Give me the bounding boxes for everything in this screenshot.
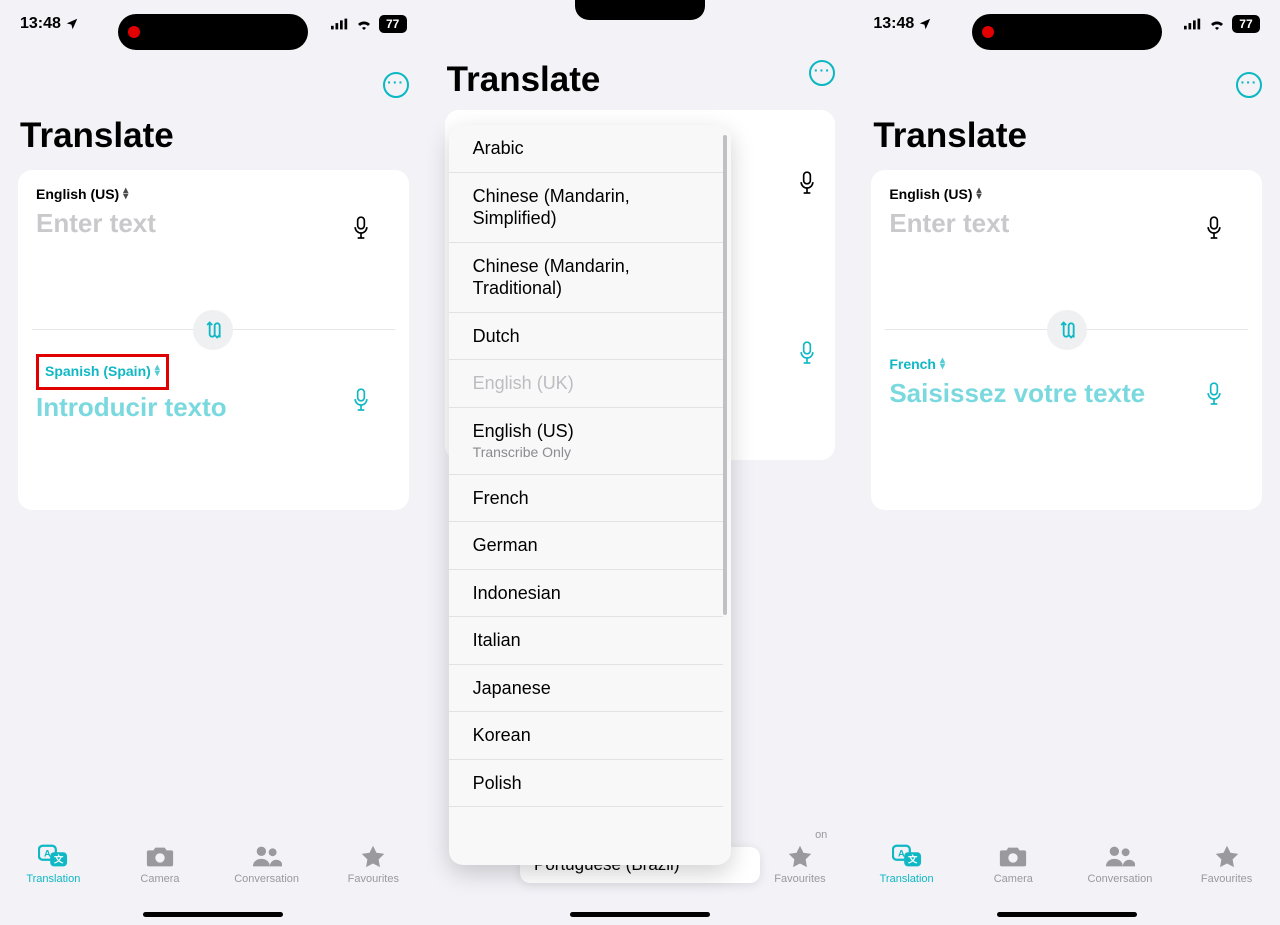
source-text-input[interactable]: Enter text bbox=[36, 208, 391, 239]
svg-text:文: 文 bbox=[907, 854, 918, 865]
source-text-input[interactable]: Enter text bbox=[889, 208, 1244, 239]
cellular-icon bbox=[1184, 18, 1202, 30]
language-option[interactable]: English (US)Transcribe Only bbox=[449, 408, 723, 475]
scrollbar-thumb[interactable] bbox=[723, 135, 727, 615]
language-option[interactable]: Arabic bbox=[449, 125, 723, 173]
dynamic-island bbox=[972, 14, 1162, 50]
mic-button-target[interactable] bbox=[797, 340, 817, 371]
mic-button-source[interactable] bbox=[349, 216, 373, 240]
language-option[interactable]: French bbox=[449, 475, 723, 523]
more-options-button[interactable]: ··· bbox=[1236, 72, 1262, 98]
source-language-selector[interactable]: English (US) ▴▾ bbox=[889, 184, 981, 204]
language-option[interactable]: Italian bbox=[449, 617, 723, 665]
chevron-updown-icon: ▴▾ bbox=[155, 365, 160, 377]
chevron-updown-icon: ▴▾ bbox=[977, 188, 982, 200]
home-indicator bbox=[143, 912, 283, 917]
wifi-icon bbox=[1208, 18, 1226, 30]
tab-label-partial: on bbox=[815, 829, 827, 841]
target-language-selector[interactable]: Spanish (Spain) ▴▾ bbox=[45, 361, 160, 381]
target-text-input[interactable]: Introducir texto bbox=[36, 392, 391, 423]
svg-text:A: A bbox=[44, 848, 51, 858]
location-icon bbox=[65, 17, 79, 31]
cellular-icon bbox=[331, 18, 349, 30]
wifi-icon bbox=[355, 18, 373, 30]
language-option[interactable]: English (UK) bbox=[449, 360, 723, 408]
tab-favourites[interactable]: Favourites bbox=[328, 843, 418, 885]
language-option[interactable]: Korean bbox=[449, 712, 723, 760]
language-list[interactable]: ArabicChinese (Mandarin, Simplified)Chin… bbox=[449, 125, 731, 865]
tab-translation[interactable]: A文 Translation bbox=[8, 843, 98, 885]
notch bbox=[575, 0, 705, 20]
mic-button-source[interactable] bbox=[1202, 216, 1226, 240]
source-language-selector[interactable]: English (US) ▴▾ bbox=[36, 184, 128, 204]
page-title: Translate bbox=[853, 116, 1280, 156]
tab-favourites[interactable]: Favourites bbox=[755, 843, 845, 885]
tab-camera[interactable]: Camera bbox=[115, 843, 205, 885]
mic-button-target[interactable] bbox=[1202, 382, 1226, 406]
target-text-input[interactable]: Saisissez votre texte bbox=[889, 378, 1244, 409]
status-time: 13:48 bbox=[873, 15, 914, 33]
svg-text:A: A bbox=[898, 848, 905, 858]
page-title: Translate bbox=[0, 116, 427, 156]
chevron-updown-icon: ▴▾ bbox=[940, 358, 945, 370]
chevron-updown-icon: ▴▾ bbox=[123, 188, 128, 200]
screen-2-language-picker: ··· Translate ArabicChinese (Mandarin, S… bbox=[427, 0, 854, 925]
page-title: Translate bbox=[427, 60, 854, 100]
svg-text:文: 文 bbox=[53, 854, 64, 865]
tab-favourites[interactable]: Favourites bbox=[1182, 843, 1272, 885]
language-option[interactable]: Chinese (Mandarin, Simplified) bbox=[449, 173, 723, 243]
target-language-selector[interactable]: French ▴▾ bbox=[889, 354, 945, 374]
language-option[interactable]: Polish bbox=[449, 760, 723, 808]
home-indicator bbox=[570, 912, 710, 917]
tab-conversation[interactable]: Conversation bbox=[1075, 843, 1165, 885]
mic-button-target[interactable] bbox=[349, 388, 373, 412]
screen-1-translate-main: 13:48 77 ··· Translate English (US) ▴▾ E… bbox=[0, 0, 427, 925]
screen-3-translate-french: 13:48 77 ··· Translate English (US) ▴▾ E… bbox=[853, 0, 1280, 925]
battery-indicator: 77 bbox=[1232, 15, 1260, 33]
language-option[interactable]: German bbox=[449, 522, 723, 570]
language-option[interactable]: Japanese bbox=[449, 665, 723, 713]
recording-indicator-icon bbox=[128, 26, 140, 38]
battery-indicator: 77 bbox=[379, 15, 407, 33]
language-option[interactable]: Indonesian bbox=[449, 570, 723, 618]
more-options-button[interactable]: ··· bbox=[383, 72, 409, 98]
dynamic-island bbox=[118, 14, 308, 50]
tab-conversation[interactable]: Conversation bbox=[222, 843, 312, 885]
recording-indicator-icon bbox=[982, 26, 994, 38]
language-option[interactable]: Chinese (Mandarin, Traditional) bbox=[449, 243, 723, 313]
status-time: 13:48 bbox=[20, 15, 61, 33]
tab-camera[interactable]: Camera bbox=[968, 843, 1058, 885]
tab-translation[interactable]: A文 Translation bbox=[862, 843, 952, 885]
language-option[interactable]: Dutch bbox=[449, 313, 723, 361]
home-indicator bbox=[997, 912, 1137, 917]
translate-card: English (US) ▴▾ Enter text French ▴▾ Sai… bbox=[871, 170, 1262, 510]
language-picker-popup: ArabicChinese (Mandarin, Simplified)Chin… bbox=[449, 125, 731, 865]
location-icon bbox=[918, 17, 932, 31]
target-language-highlight: Spanish (Spain) ▴▾ bbox=[36, 354, 169, 390]
translate-card: English (US) ▴▾ Enter text Spanish (Spai… bbox=[18, 170, 409, 510]
mic-button-source[interactable] bbox=[797, 170, 817, 201]
